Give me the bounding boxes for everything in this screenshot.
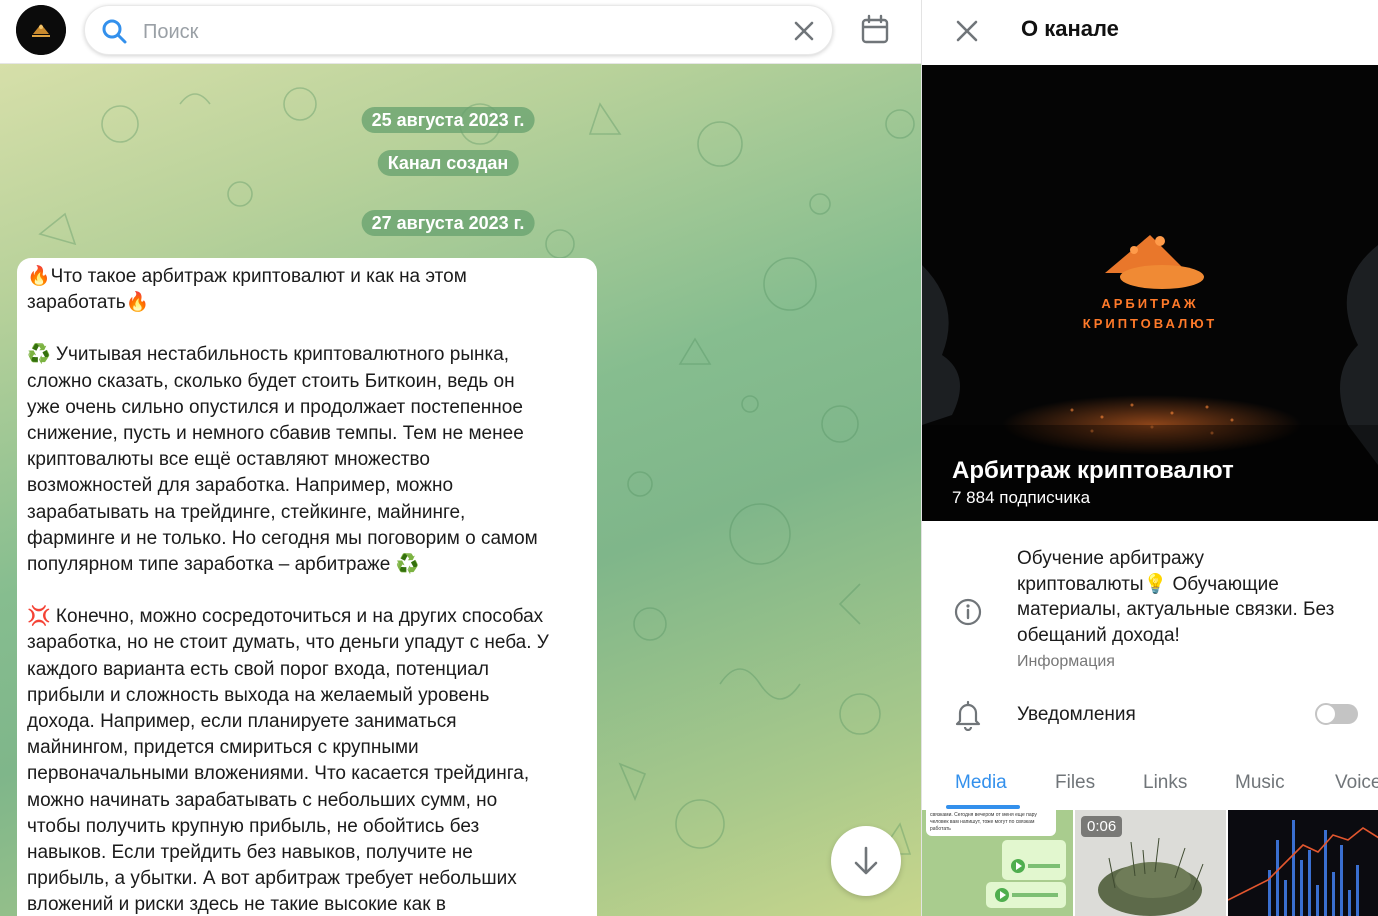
date-pill[interactable]: 25 августа 2023 г. — [361, 107, 535, 133]
message-bubble[interactable]: 🔥Что такое арбитраж криптовалют и как на… — [17, 258, 597, 916]
message-line: заработать🔥 — [27, 292, 150, 314]
message-line: фарминге и не только. Но сегодня мы пого… — [27, 527, 538, 549]
message-line: можно начинать зарабатывать с небольших … — [27, 789, 498, 811]
toggle-knob — [1315, 703, 1337, 725]
chat-area[interactable]: 25 августа 2023 г. Канал создан 27 авгус… — [0, 64, 921, 916]
message-line: майнингом, придется смириться с крупными — [27, 737, 419, 759]
message-line: вложений и риски здесь не такие высокие … — [27, 894, 446, 916]
tab-media[interactable]: Media — [955, 772, 1007, 794]
panel-header: О канале — [922, 0, 1378, 64]
channel-cover[interactable]: АРБИТРАЖ КРИПТОВАЛЮТ Арбитраж криптовалю… — [922, 65, 1378, 521]
message-line: первоначальными вложениями. Что касается… — [27, 763, 530, 785]
active-tab-indicator — [946, 805, 1020, 809]
message-paragraph: 💢 Конечно, можно сосредоточиться и на др… — [27, 604, 587, 916]
description-line: Обучение арбитражу — [1017, 548, 1205, 569]
notifications-label: Уведомления — [1017, 704, 1136, 725]
message-line: ♻️ Учитывая нестабильность криптовалютно… — [27, 344, 510, 366]
media-thumb-chart[interactable] — [1228, 810, 1378, 916]
message-line: навыков. Если трейдить без навыков, полу… — [27, 842, 473, 864]
message-line: чтобы получить крупную прибыль, не обойт… — [27, 815, 480, 837]
message-line: популярном типе заработка – арбитраже ♻️ — [27, 554, 420, 576]
bell-icon — [955, 700, 981, 731]
avatar[interactable] — [16, 5, 66, 55]
message-line: снижение, пусть и немного сбавив темпы. … — [27, 423, 524, 445]
message-line: прибыли и сложность выхода на желаемый у… — [27, 684, 490, 706]
description-line: криптовалюты💡 Обучающие — [1017, 573, 1279, 595]
channel-cover-art: АРБИТРАЖ КРИПТОВАЛЮТ — [922, 65, 1378, 521]
service-message: Канал создан — [377, 150, 519, 176]
message-line: заработка, но не стоит думать, что деньг… — [27, 632, 549, 654]
message-line: 🔥Что такое арбитраж криптовалют и как на… — [27, 266, 467, 287]
search-box — [84, 5, 833, 55]
notifications-toggle[interactable] — [1315, 703, 1358, 725]
subscriber-count: 7 884 подписчика — [952, 488, 1091, 507]
tab-files[interactable]: Files — [1055, 772, 1095, 794]
message-title: 🔥Что такое арбитраж криптовалют и как на… — [27, 264, 587, 316]
cover-text-line2: КРИПТОВАЛЮТ — [1083, 316, 1217, 331]
panel-title: О канале — [1021, 16, 1119, 41]
media-thumb-video[interactable]: 0:06 — [1075, 810, 1226, 916]
description-label: Информация — [1017, 653, 1115, 670]
search-input[interactable] — [141, 16, 785, 48]
search-icon — [102, 19, 127, 44]
message-line: возможностей для заработка. Например, мо… — [27, 475, 454, 497]
message-line: каждого варианта есть свой порог входа, … — [27, 658, 489, 680]
info-icon — [954, 598, 982, 626]
tab-music[interactable]: Music — [1235, 772, 1285, 794]
close-icon[interactable] — [952, 16, 982, 46]
media-tabs: Media Files Links Music Voice — [922, 762, 1378, 810]
message-line: зарабатывать на трейдинге, стейкинге, ма… — [27, 501, 466, 523]
message-line: прибыль, а убытки. А вот арбитраж требуе… — [27, 868, 517, 890]
media-grid: связками. Сегодня вечером от меня еще па… — [922, 810, 1378, 916]
cover-text-line1: АРБИТРАЖ — [1101, 296, 1198, 311]
message-line: дохода. Например, если планируете занима… — [27, 711, 457, 733]
tab-voice[interactable]: Voice — [1335, 772, 1378, 794]
message-line: криптовалюты все ещё оставляют множество — [27, 449, 430, 471]
tab-links[interactable]: Links — [1143, 772, 1187, 794]
media-thumb-screenshot[interactable]: связками. Сегодня вечером от меня еще па… — [922, 810, 1073, 916]
channel-logo-icon — [16, 5, 66, 55]
top-bar — [0, 0, 921, 64]
screenshot-bubbles — [986, 840, 1066, 908]
video-duration: 0:06 — [1081, 816, 1123, 837]
calendar-icon[interactable] — [858, 13, 892, 47]
channel-info-panel: О канале АРБИТРАЖ КРИПТОВАЛЮТ Арбитраж к… — [921, 0, 1378, 916]
channel-description[interactable]: Обучение арбитражу криптовалюты💡 Обучающ… — [1017, 546, 1367, 648]
message-paragraph: ♻️ Учитывая нестабильность криптовалютно… — [27, 342, 587, 578]
message-line: 💢 Конечно, можно сосредоточиться и на др… — [27, 606, 544, 628]
scroll-down-button[interactable] — [831, 826, 901, 896]
message-line: сложно сказать, сколько будет стоить Бит… — [27, 370, 515, 392]
clear-search-icon[interactable] — [791, 18, 817, 44]
chat-column: 25 августа 2023 г. Канал создан 27 авгус… — [0, 0, 921, 916]
description-line: материалы, актуальные связки. Без — [1017, 599, 1335, 620]
description-line: обещаний дохода! — [1017, 624, 1180, 646]
message-line: уже очень сильно опустился и продолжает … — [27, 396, 523, 418]
chart-preview — [1228, 810, 1378, 916]
arrow-down-icon — [854, 846, 878, 875]
date-pill[interactable]: 27 августа 2023 г. — [361, 210, 535, 236]
channel-name: Арбитраж криптовалют — [952, 457, 1234, 484]
